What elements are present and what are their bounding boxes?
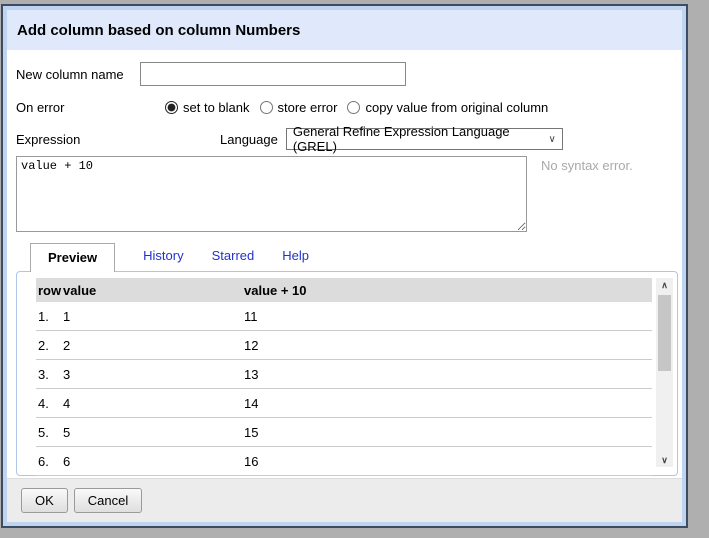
expression-textarea[interactable] <box>16 156 527 232</box>
scroll-down-icon[interactable]: ∨ <box>656 453 673 467</box>
table-cell: 1. <box>36 309 61 324</box>
dialog-title: Add column based on column Numbers <box>7 10 682 50</box>
vertical-scrollbar[interactable]: ∧ ∨ <box>656 278 673 467</box>
table-cell: 14 <box>242 396 652 411</box>
dialog-footer: OK Cancel <box>7 478 682 522</box>
table-cell: 4. <box>36 396 61 411</box>
on-error-option-copy-value-from-original-column[interactable]: copy value from original column <box>347 100 548 115</box>
chevron-down-icon: ∨ <box>549 134 556 145</box>
on-error-option-store-error[interactable]: store error <box>260 100 338 115</box>
tab-help[interactable]: Help <box>282 242 309 271</box>
language-select[interactable]: General Refine Expression Language (GREL… <box>286 128 563 150</box>
preview-table-body: 1.1112.2123.3134.4145.5156.616 <box>36 302 652 476</box>
table-cell: 6 <box>61 454 242 469</box>
on-error-option-label: store error <box>278 100 338 115</box>
on-error-row: On error set to blank store error copy val… <box>16 100 678 115</box>
tab-history[interactable]: History <box>143 242 183 271</box>
column-header: row <box>36 283 61 298</box>
on-error-radio[interactable] <box>165 101 178 114</box>
expression-row: Expression Language General Refine Expre… <box>16 128 678 150</box>
table-cell: 13 <box>242 367 652 382</box>
preview-panel: rowvaluevalue + 10 1.1112.2123.3134.4145… <box>16 271 678 476</box>
table-cell: 1 <box>61 309 242 324</box>
tab-starred[interactable]: Starred <box>212 242 255 271</box>
table-cell: 2. <box>36 338 61 353</box>
table-cell: 12 <box>242 338 652 353</box>
scrollbar-track[interactable] <box>657 292 672 453</box>
preview-table-header: rowvaluevalue + 10 <box>36 278 652 302</box>
expression-label: Expression <box>16 132 220 147</box>
expression-editor-row: No syntax error. <box>16 156 678 232</box>
table-cell: 16 <box>242 454 652 469</box>
dialog-inner: Add column based on column Numbers New c… <box>7 10 682 522</box>
on-error-label: On error <box>16 100 165 115</box>
table-cell: 3 <box>61 367 242 382</box>
scroll-up-icon[interactable]: ∧ <box>656 278 673 292</box>
on-error-option-label: set to blank <box>183 100 250 115</box>
table-cell: 4 <box>61 396 242 411</box>
table-row: 6.616 <box>36 447 652 476</box>
language-label: Language <box>220 132 278 147</box>
table-cell: 5 <box>61 425 242 440</box>
new-column-name-input[interactable] <box>140 62 406 86</box>
on-error-radio[interactable] <box>347 101 360 114</box>
scrollbar-thumb[interactable] <box>658 295 671 371</box>
table-row: 5.515 <box>36 418 652 447</box>
on-error-option-label: copy value from original column <box>365 100 548 115</box>
tab-preview[interactable]: Preview <box>30 243 115 272</box>
cancel-button[interactable]: Cancel <box>74 488 142 513</box>
tab-bar: Preview History Starred Help <box>30 244 678 271</box>
new-column-name-row: New column name <box>16 62 678 86</box>
table-row: 3.313 <box>36 360 652 389</box>
add-column-dialog: Add column based on column Numbers New c… <box>1 4 688 528</box>
table-row: 1.111 <box>36 302 652 331</box>
language-select-value: General Refine Expression Language (GREL… <box>293 124 541 154</box>
table-cell: 15 <box>242 425 652 440</box>
table-cell: 3. <box>36 367 61 382</box>
on-error-option-set-to-blank[interactable]: set to blank <box>165 100 250 115</box>
column-header: value + 10 <box>242 283 652 298</box>
table-cell: 11 <box>242 309 652 324</box>
preview-table: rowvaluevalue + 10 1.1112.2123.3134.4145… <box>36 278 652 467</box>
table-row: 2.212 <box>36 331 652 360</box>
syntax-status: No syntax error. <box>541 158 633 173</box>
on-error-options: set to blank store error copy value from o… <box>165 100 558 115</box>
table-cell: 2 <box>61 338 242 353</box>
table-row: 4.414 <box>36 389 652 418</box>
dialog-body: New column name On error set to blank sto… <box>7 50 682 478</box>
ok-button[interactable]: OK <box>21 488 68 513</box>
on-error-radio[interactable] <box>260 101 273 114</box>
table-cell: 6. <box>36 454 61 469</box>
table-cell: 5. <box>36 425 61 440</box>
column-header: value <box>61 283 242 298</box>
new-column-name-label: New column name <box>16 67 140 82</box>
